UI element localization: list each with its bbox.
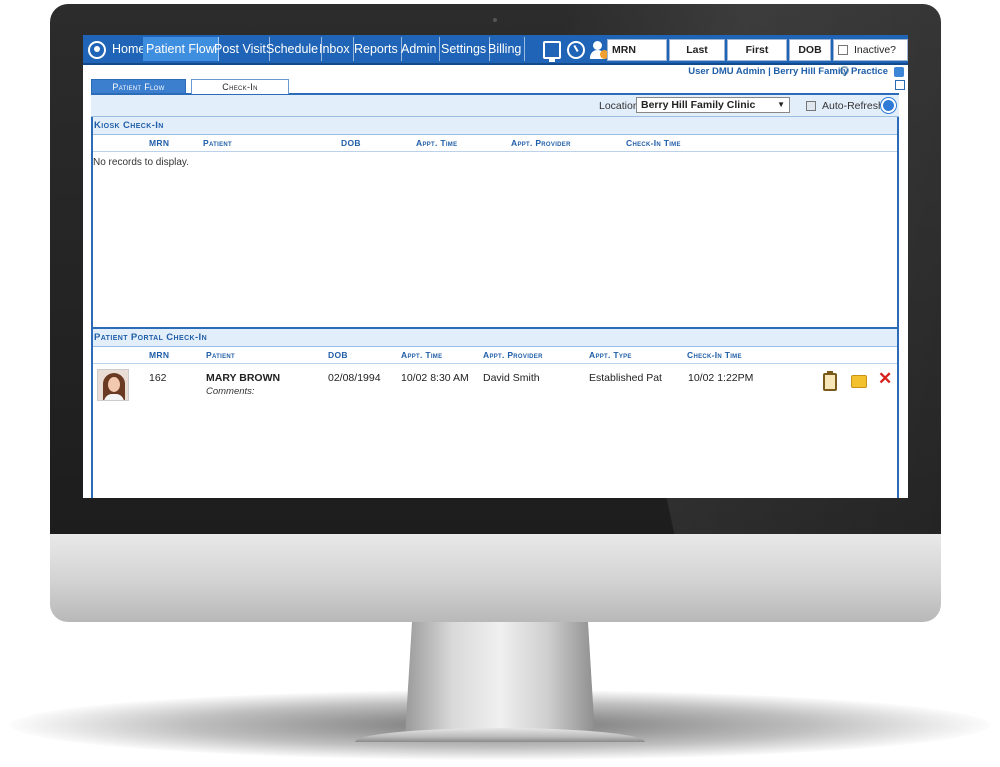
app-screen: Home Patient Flow Post Visit Schedule In… [83,35,908,498]
gauge-icon[interactable] [567,41,585,59]
auto-refresh-checkbox[interactable] [806,101,816,112]
kiosk-panel-border [91,117,899,327]
nav-post-visit[interactable]: Post Visit [211,37,270,61]
tab-check-in[interactable]: Check-In [191,79,289,94]
add-user-icon[interactable] [589,41,609,59]
nav-settings[interactable]: Settings [438,37,491,61]
nav-admin[interactable]: Admin [398,37,441,61]
user-practice-bar: User DMU Admin | Berry Hill Family Pract… [83,65,908,79]
popout-icon[interactable] [895,80,905,90]
refresh-icon[interactable] [881,98,896,113]
practice-menu-icon[interactable] [894,67,904,77]
nav-schedule[interactable]: Schedule [263,37,323,61]
location-value: Berry Hill Family Clinic [641,99,756,111]
nav-billing[interactable]: Billing [485,37,526,61]
location-bar: Location Berry Hill Family Clinic ▼ Auto… [91,95,899,117]
inactive-filter[interactable]: Inactive? [833,39,908,75]
search-first-input[interactable]: First [727,39,787,61]
monitor-chin [50,534,941,622]
search-dob-input[interactable]: DOB [789,39,831,61]
monitor-mockup: Home Patient Flow Post Visit Schedule In… [0,0,1000,767]
portal-panel-border [91,329,899,498]
top-nav-bar: Home Patient Flow Post Visit Schedule In… [83,35,908,75]
camera-dot [493,18,497,22]
user-practice-label[interactable]: User DMU Admin | Berry Hill Family Pract… [688,66,888,77]
nav-reports[interactable]: Reports [351,37,402,61]
nav-inbox[interactable]: Inbox [316,37,354,61]
home-icon[interactable] [88,41,106,59]
monitor-stand [405,612,595,737]
tab-strip: Patient Flow Check-In [91,79,899,95]
search-mrn-input[interactable]: MRN [607,39,667,61]
chevron-down-icon: ▼ [777,100,785,109]
nav-patient-flow[interactable]: Patient Flow [143,37,219,61]
search-last-input[interactable]: Last [669,39,725,61]
monitor-icon[interactable] [543,41,561,62]
tab-patient-flow[interactable]: Patient Flow [91,79,186,94]
auto-refresh-toggle[interactable]: Auto-Refresh [806,100,884,112]
location-select[interactable]: Berry Hill Family Clinic ▼ [636,97,790,113]
inactive-label: Inactive? [854,44,897,56]
inactive-checkbox[interactable] [838,45,848,56]
auto-refresh-label: Auto-Refresh [822,100,884,112]
location-label: Location [599,100,639,112]
